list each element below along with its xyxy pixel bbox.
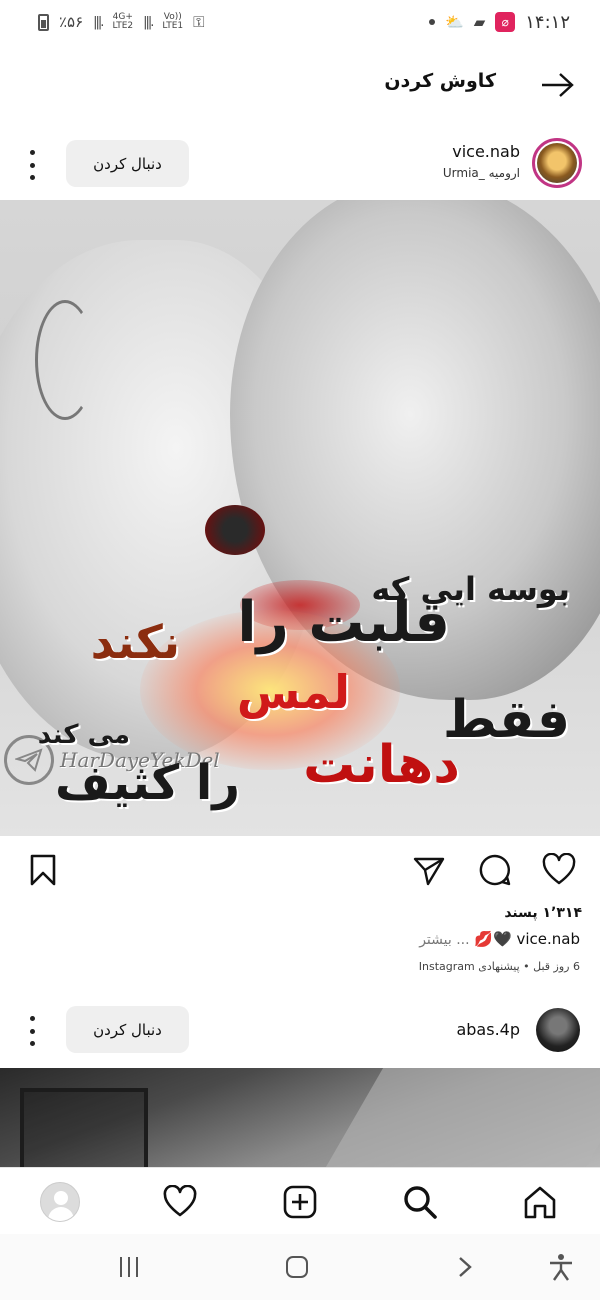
post-location[interactable]: ارومیه _Urmia [443,166,520,180]
image-text-line: نکند [90,615,180,669]
more-options-icon[interactable] [24,150,40,180]
notification-dot-icon [429,19,436,25]
accessibility-icon[interactable] [546,1252,576,1282]
image-text-line: فقط [442,690,570,750]
page-title: کاوش کردن [384,70,496,92]
post-image[interactable] [0,1068,600,1168]
post-username[interactable]: abas.4p [456,1020,520,1039]
home-button-icon[interactable] [282,1252,312,1282]
avatar-image [537,143,577,183]
bookmark-icon[interactable] [26,853,60,887]
heart-icon[interactable] [542,853,576,887]
wolf-nose [205,505,265,555]
recents-icon[interactable] [114,1252,144,1282]
image-text-line: لمس [236,665,350,719]
message-icon: ▰ [473,13,486,31]
avatar[interactable] [532,138,582,188]
network-indicator-1: 4G+ LTE2 [112,12,134,31]
post-header: دنبال کردن vice.nab ارومیه _Urmia [0,134,600,196]
signal-icon: |||. [93,14,104,30]
app-notification-icon: ⌀ [495,12,516,32]
image-text-line: قلبت را [237,590,450,655]
system-nav-bar [0,1234,600,1300]
caption[interactable]: vice.nab 🖤💋 ... بیشتر [419,930,580,948]
image-text-line: می کند [37,720,130,750]
like-count[interactable]: ۱٬۳۱۴ پسند [504,905,582,921]
follow-button[interactable]: دنبال کردن [66,1006,189,1053]
post-meta: 6 روز قبل • پیشنهادی Instagram [418,960,580,973]
create-icon[interactable] [280,1182,320,1222]
clock: ۱۴:۱۲ [525,11,570,33]
caption-username[interactable]: vice.nab [516,930,580,948]
follow-button[interactable]: دنبال کردن [66,140,189,187]
image-text-line: دهانت [303,735,460,795]
share-icon[interactable] [412,853,446,887]
avatar[interactable] [536,1008,580,1052]
battery-icon [38,13,49,31]
network-indicator-2: Vo)) LTE1 [162,12,184,31]
weather-icon: ⛅ [445,13,464,31]
post-username[interactable]: vice.nab [452,142,520,161]
status-right: ⛅ ▰ ⌀ ۱۴:۱۲ [429,12,570,33]
home-icon[interactable] [520,1182,560,1222]
post-image[interactable]: HarDayeYekDel بوسه ایی که قلبت را نکند ل… [0,200,600,836]
caption-emoji: 🖤💋 [474,930,512,948]
post-actions [0,845,600,895]
back-chevron-icon[interactable] [450,1252,480,1282]
status-bar: ٪۵۶ |||. 4G+ LTE2 |||. Vo)) LTE1 ⚿ ⛅ ▰ ⌀… [0,0,600,44]
bottom-nav [0,1167,600,1233]
post-header: دنبال کردن abas.4p [0,1000,600,1062]
key-icon: ⚿ [193,13,205,31]
profile-icon[interactable] [40,1182,80,1222]
caption-more-link[interactable]: ... بیشتر [419,932,469,948]
signal-icon-2: |||. [143,14,154,30]
search-icon[interactable] [400,1182,440,1222]
arrow-right-icon[interactable] [538,70,578,100]
more-options-icon[interactable] [24,1016,40,1046]
heart-icon[interactable] [160,1182,200,1222]
battery-level: ٪۵۶ [59,13,84,31]
image-text-line: را کثیف [54,755,240,811]
sketch-ear [35,300,95,420]
status-left: ٪۵۶ |||. 4G+ LTE2 |||. Vo)) LTE1 ⚿ [38,13,205,31]
explore-header: کاوش کردن [0,58,600,114]
avatar [40,1182,80,1222]
comment-icon[interactable] [478,853,512,887]
